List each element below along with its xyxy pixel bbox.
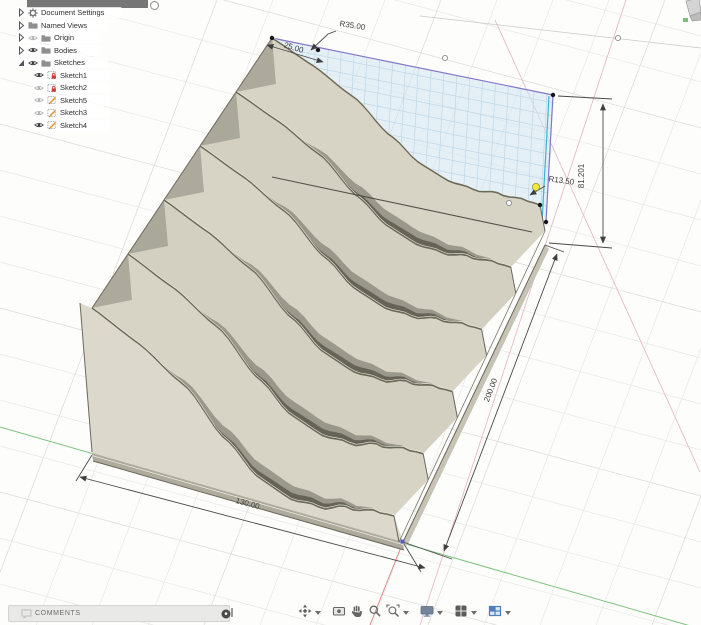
tree-item-origin[interactable]: Origin — [16, 32, 100, 43]
tree-item-label: Sketches — [54, 58, 85, 67]
tree-item-bodies[interactable]: Bodies — [16, 45, 100, 56]
tree-item-label: Sketch2 — [60, 83, 87, 92]
display-settings-dropdown-caret[interactable] — [437, 611, 443, 615]
folder-icon — [41, 33, 51, 43]
zoom-icon[interactable] — [367, 603, 382, 618]
grid-and-snaps-icon[interactable] — [453, 603, 468, 618]
tree-item-label: Sketch5 — [60, 96, 87, 105]
visibility-eye-icon[interactable] — [28, 58, 38, 68]
tree-item-sketch2[interactable]: Sketch2 — [32, 82, 110, 93]
gear-icon — [28, 8, 38, 18]
tree-item-label: Sketch1 — [60, 71, 87, 80]
tree-item-label: Origin — [54, 33, 74, 42]
visibility-eye-icon[interactable] — [28, 33, 38, 43]
pan-icon[interactable] — [349, 603, 364, 618]
orbit-dropdown-caret[interactable] — [315, 611, 321, 615]
display-settings-icon[interactable] — [419, 603, 434, 618]
sketch-edit-icon — [47, 108, 57, 118]
dim-height[interactable]: 81.201 — [577, 163, 586, 188]
comments-expand-handle[interactable] — [231, 608, 233, 617]
expand-arrow-icon[interactable] — [18, 8, 25, 17]
document-status-badge — [150, 1, 159, 10]
tree-item-label: Named Views — [41, 21, 87, 30]
tree-item-document-settings[interactable]: Document Settings — [16, 7, 122, 18]
tree-item-sketch3[interactable]: Sketch3 — [32, 107, 110, 118]
zoom-window-icon[interactable] — [385, 603, 400, 618]
zoom-window-dropdown-caret[interactable] — [403, 611, 409, 615]
look-at-icon[interactable] — [331, 603, 346, 618]
folder-icon — [41, 58, 51, 68]
expand-arrow-icon[interactable] — [18, 46, 25, 55]
tree-item-sketch4[interactable]: Sketch4 — [32, 120, 110, 131]
tree-item-sketch1[interactable]: Sketch1 — [32, 70, 110, 81]
tree-item-label: Sketch4 — [60, 121, 87, 130]
navigation-toolbar — [297, 601, 512, 620]
sketch-locked-icon — [47, 70, 57, 80]
folder-icon — [41, 45, 51, 55]
expand-arrow-icon[interactable] — [18, 21, 25, 30]
tree-item-label: Document Settings — [41, 8, 104, 17]
folder-icon — [28, 20, 38, 30]
grid-and-snaps-dropdown-caret[interactable] — [471, 611, 477, 615]
visibility-eye-icon[interactable] — [34, 108, 44, 118]
comments-label: COMMENTS — [35, 610, 229, 617]
visibility-eye-icon[interactable] — [34, 70, 44, 80]
dim-radius-top[interactable]: R35.00 — [339, 19, 366, 32]
viewport-canvas[interactable]: R35.00 25.00 R13.50 81.201 200.00 130.00 — [0, 0, 701, 625]
sketch-edit-icon — [47, 120, 57, 130]
comments-bar[interactable]: COMMENTS — [8, 605, 230, 622]
tree-item-sketch5[interactable]: Sketch5 — [32, 95, 110, 106]
dim-radius-front[interactable]: R13.50 — [548, 174, 575, 187]
expand-arrow-icon[interactable] — [18, 33, 25, 42]
visibility-eye-icon[interactable] — [34, 120, 44, 130]
tree-item-sketches[interactable]: Sketches — [16, 57, 108, 68]
visibility-eye-icon[interactable] — [34, 95, 44, 105]
sketch-locked-icon — [47, 83, 57, 93]
tree-item-label: Bodies — [54, 46, 77, 55]
collapse-arrow-icon[interactable] — [18, 58, 25, 67]
visibility-eye-icon[interactable] — [28, 45, 38, 55]
tree-item-label: Sketch3 — [60, 108, 87, 117]
orbit-icon[interactable] — [297, 603, 312, 618]
comment-count-icon[interactable] — [221, 609, 231, 619]
comment-bubble-outline-icon — [21, 609, 32, 619]
visibility-eye-icon[interactable] — [34, 83, 44, 93]
sketch-edit-icon — [47, 95, 57, 105]
viewports-icon[interactable] — [487, 603, 502, 618]
view-cube[interactable] — [683, 0, 701, 22]
viewports-dropdown-caret[interactable] — [505, 611, 511, 615]
tree-item-named-views[interactable]: Named Views — [16, 20, 108, 31]
